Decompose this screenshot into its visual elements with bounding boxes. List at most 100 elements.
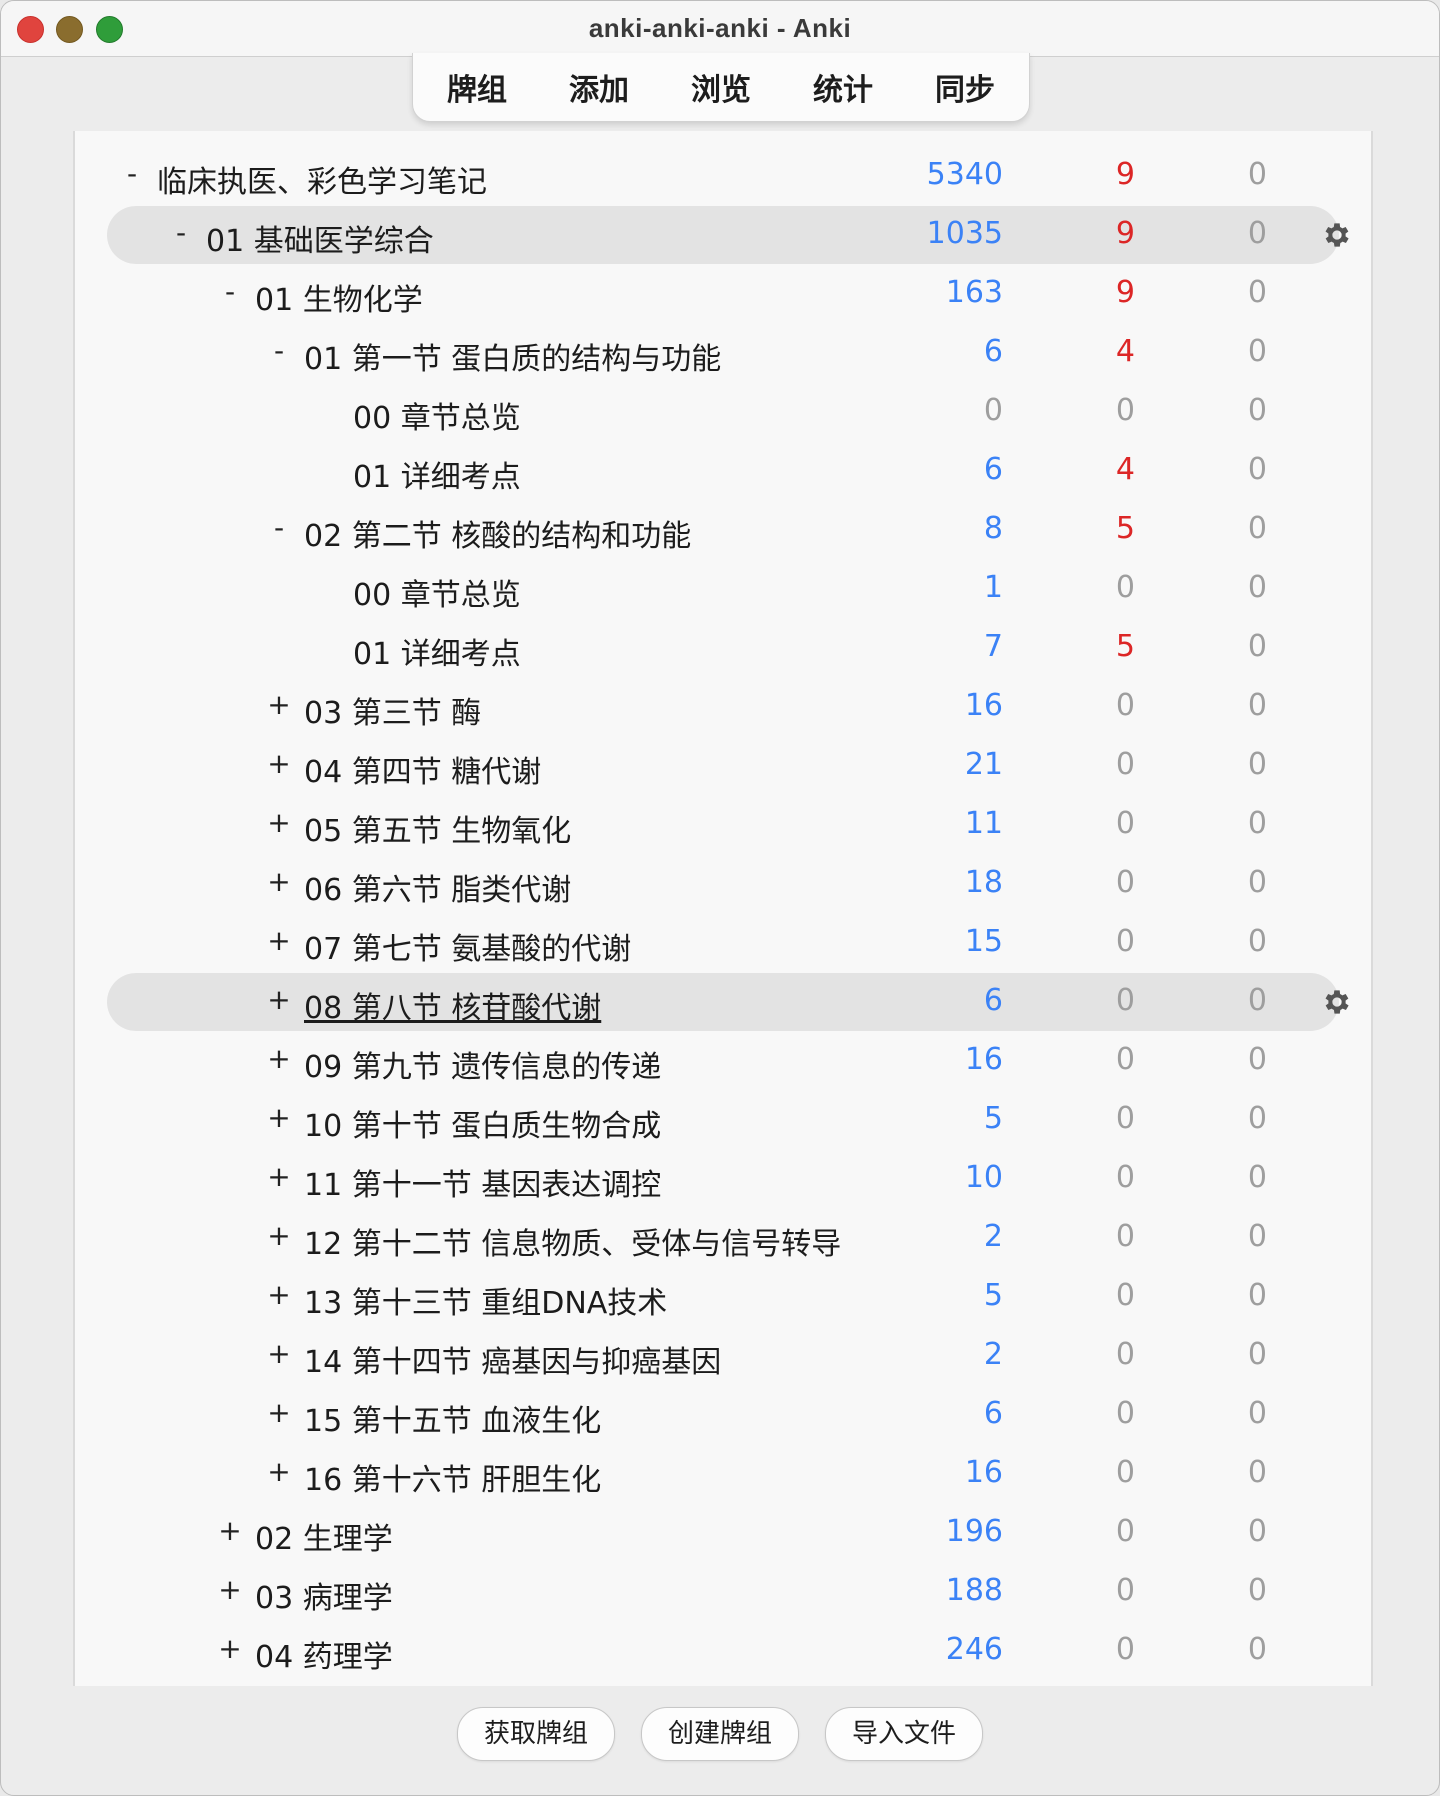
due-count: 0 bbox=[1247, 157, 1267, 192]
deck-name[interactable]: 临床执医、彩色学习笔记 bbox=[157, 157, 487, 201]
new-count: 11 bbox=[964, 806, 1003, 841]
deck-name[interactable]: 00 章节总览 bbox=[353, 570, 521, 614]
due-count: 0 bbox=[1247, 1573, 1267, 1608]
deck-row[interactable]: +04 第四节 糖代谢 21 0 0 bbox=[107, 737, 1339, 795]
deck-name[interactable]: 14 第十四节 癌基因与抑癌基因 bbox=[304, 1337, 721, 1381]
learn-count: 0 bbox=[1115, 1632, 1135, 1667]
deck-row[interactable]: +02 生理学 196 0 0 bbox=[107, 1504, 1339, 1562]
learn-count: 0 bbox=[1115, 1514, 1135, 1549]
new-count: 10 bbox=[964, 1160, 1003, 1195]
new-count: 18 bbox=[964, 865, 1003, 900]
collapse-deck-toggle[interactable]: - bbox=[215, 275, 245, 308]
deck-row[interactable]: +03 第三节 酶 16 0 0 bbox=[107, 678, 1339, 736]
deck-name[interactable]: 02 生理学 bbox=[255, 1514, 393, 1558]
deck-row[interactable]: +03 病理学 188 0 0 bbox=[107, 1563, 1339, 1621]
deck-row[interactable]: +14 第十四节 癌基因与抑癌基因 2 0 0 bbox=[107, 1327, 1339, 1385]
bottom-bar: 获取牌组 创建牌组 导入文件 bbox=[1, 1707, 1439, 1761]
deck-row[interactable]: +12 第十二节 信息物质、受体与信号转导 2 0 0 bbox=[107, 1209, 1339, 1267]
learn-count: 0 bbox=[1115, 1278, 1135, 1313]
deck-name[interactable]: 07 第七节 氨基酸的代谢 bbox=[304, 924, 631, 968]
deck-row[interactable]: +07 第七节 氨基酸的代谢 15 0 0 bbox=[107, 914, 1339, 972]
deck-name[interactable]: 16 第十六节 肝胆生化 bbox=[304, 1455, 601, 1499]
deck-row[interactable]: 00 章节总览 1 0 0 bbox=[107, 560, 1339, 618]
toolbar-sync-button[interactable]: 同步 bbox=[907, 59, 1023, 115]
deck-row[interactable]: +09 第九节 遗传信息的传递 16 0 0 bbox=[107, 1032, 1339, 1090]
deck-row[interactable]: -01 第一节 蛋白质的结构与功能 6 4 0 bbox=[107, 324, 1339, 382]
expand-deck-toggle[interactable]: + bbox=[264, 1101, 294, 1134]
create-deck-button[interactable]: 创建牌组 bbox=[640, 1707, 799, 1761]
toolbar-browse-button[interactable]: 浏览 bbox=[663, 59, 779, 115]
deck-row[interactable]: +16 第十六节 肝胆生化 16 0 0 bbox=[107, 1445, 1339, 1503]
deck-name[interactable]: 02 第二节 核酸的结构和功能 bbox=[304, 511, 691, 555]
collapse-deck-toggle[interactable]: - bbox=[117, 157, 147, 190]
deck-row[interactable]: +06 第六节 脂类代谢 18 0 0 bbox=[107, 855, 1339, 913]
expand-deck-toggle[interactable]: + bbox=[264, 806, 294, 839]
learn-count: 9 bbox=[1115, 275, 1135, 310]
deck-name[interactable]: 01 详细考点 bbox=[353, 629, 521, 673]
deck-row[interactable]: +10 第十节 蛋白质生物合成 5 0 0 bbox=[107, 1091, 1339, 1149]
deck-name[interactable]: 00 章节总览 bbox=[353, 393, 521, 437]
expand-deck-toggle[interactable]: + bbox=[264, 983, 294, 1016]
deck-row[interactable]: 01 详细考点 6 4 0 bbox=[107, 442, 1339, 500]
import-file-button[interactable]: 导入文件 bbox=[825, 1707, 984, 1761]
deck-name[interactable]: 05 第五节 生物氧化 bbox=[304, 806, 571, 850]
deck-row[interactable]: +04 药理学 246 0 0 bbox=[107, 1622, 1339, 1680]
deck-name[interactable]: 04 第四节 糖代谢 bbox=[304, 747, 541, 791]
expand-deck-toggle[interactable]: + bbox=[264, 1042, 294, 1075]
new-count: 16 bbox=[964, 688, 1003, 723]
deck-name[interactable]: 03 第三节 酶 bbox=[304, 688, 481, 732]
due-count: 0 bbox=[1247, 1514, 1267, 1549]
deck-row[interactable]: +08 第八节 核苷酸代谢 6 0 0 bbox=[107, 973, 1349, 1031]
gear-icon[interactable] bbox=[1321, 986, 1353, 1018]
expand-deck-toggle[interactable]: + bbox=[215, 1573, 245, 1606]
deck-name[interactable]: 01 详细考点 bbox=[353, 452, 521, 496]
expand-deck-toggle[interactable]: + bbox=[264, 924, 294, 957]
deck-row[interactable]: +15 第十五节 血液生化 6 0 0 bbox=[107, 1386, 1339, 1444]
deck-name[interactable]: 03 病理学 bbox=[255, 1573, 393, 1617]
expand-deck-toggle[interactable]: + bbox=[215, 1632, 245, 1665]
deck-row[interactable]: -02 第二节 核酸的结构和功能 8 5 0 bbox=[107, 501, 1339, 559]
toolbar-stats-button[interactable]: 统计 bbox=[785, 59, 901, 115]
expand-deck-toggle[interactable]: + bbox=[264, 1160, 294, 1193]
toolbar-add-button[interactable]: 添加 bbox=[541, 59, 657, 115]
collapse-deck-toggle[interactable]: - bbox=[264, 334, 294, 367]
deck-row[interactable]: 00 章节总览 0 0 0 bbox=[107, 383, 1339, 441]
expand-deck-toggle[interactable]: + bbox=[264, 747, 294, 780]
deck-row[interactable]: +13 第十三节 重组DNA技术 5 0 0 bbox=[107, 1268, 1339, 1326]
deck-name[interactable]: 10 第十节 蛋白质生物合成 bbox=[304, 1101, 661, 1145]
expand-deck-toggle[interactable]: + bbox=[264, 1219, 294, 1252]
deck-row[interactable]: +05 第五节 生物氧化 11 0 0 bbox=[107, 796, 1339, 854]
deck-name[interactable]: 09 第九节 遗传信息的传递 bbox=[304, 1042, 661, 1086]
toolbar-decks-button[interactable]: 牌组 bbox=[419, 59, 535, 115]
expand-deck-toggle[interactable]: + bbox=[264, 1396, 294, 1429]
get-shared-decks-button[interactable]: 获取牌组 bbox=[456, 1707, 615, 1761]
deck-row[interactable]: +11 第十一节 基因表达调控 10 0 0 bbox=[107, 1150, 1339, 1208]
expand-deck-toggle[interactable]: + bbox=[215, 1514, 245, 1547]
expand-deck-toggle[interactable]: + bbox=[264, 688, 294, 721]
deck-row[interactable]: 01 详细考点 7 5 0 bbox=[107, 619, 1339, 677]
deck-name[interactable]: 01 生物化学 bbox=[255, 275, 423, 319]
collapse-deck-toggle[interactable]: - bbox=[264, 511, 294, 544]
deck-name[interactable]: 08 第八节 核苷酸代谢 bbox=[304, 983, 601, 1027]
deck-name[interactable]: 01 基础医学综合 bbox=[206, 216, 434, 260]
deck-name[interactable]: 12 第十二节 信息物质、受体与信号转导 bbox=[304, 1219, 841, 1263]
deck-name[interactable]: 06 第六节 脂类代谢 bbox=[304, 865, 571, 909]
new-count: 5 bbox=[983, 1278, 1003, 1313]
deck-name[interactable]: 15 第十五节 血液生化 bbox=[304, 1396, 601, 1440]
deck-name[interactable]: 13 第十三节 重组DNA技术 bbox=[304, 1278, 667, 1322]
deck-name[interactable]: 11 第十一节 基因表达调控 bbox=[304, 1160, 661, 1204]
deck-row[interactable]: -01 生物化学 163 9 0 bbox=[107, 265, 1339, 323]
learn-count: 0 bbox=[1115, 1219, 1135, 1254]
deck-row[interactable]: - 临床执医、彩色学习笔记 5340 9 0 bbox=[107, 147, 1339, 205]
deck-name[interactable]: 04 药理学 bbox=[255, 1632, 393, 1676]
gear-icon[interactable] bbox=[1321, 219, 1353, 251]
expand-deck-toggle[interactable]: + bbox=[264, 1337, 294, 1370]
new-count: 5 bbox=[983, 1101, 1003, 1136]
expand-deck-toggle[interactable]: + bbox=[264, 1455, 294, 1488]
learn-count: 0 bbox=[1115, 1042, 1135, 1077]
expand-deck-toggle[interactable]: + bbox=[264, 865, 294, 898]
expand-deck-toggle[interactable]: + bbox=[264, 1278, 294, 1311]
collapse-deck-toggle[interactable]: - bbox=[166, 216, 196, 249]
deck-name[interactable]: 01 第一节 蛋白质的结构与功能 bbox=[304, 334, 721, 378]
deck-row[interactable]: -01 基础医学综合 1035 9 0 bbox=[107, 206, 1349, 264]
